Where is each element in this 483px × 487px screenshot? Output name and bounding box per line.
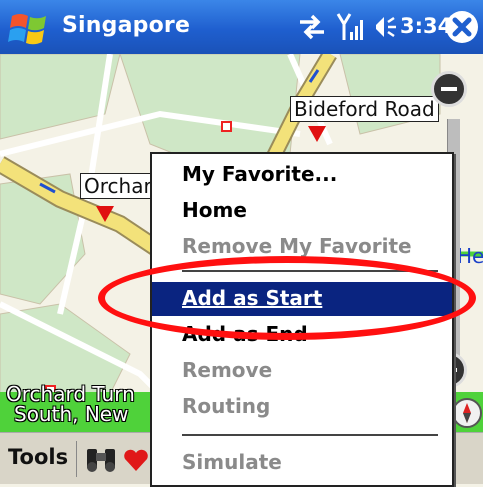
favorites-heart-icon[interactable] bbox=[122, 447, 150, 473]
map-label-bideford[interactable]: Bideford Road bbox=[290, 96, 439, 122]
menu-item-add-as-start[interactable]: Add as Start bbox=[152, 282, 452, 316]
menu-item-home[interactable]: Home bbox=[152, 194, 452, 228]
close-icon bbox=[452, 17, 472, 37]
menu-item-remove-my-favorite[interactable]: Remove My Favorite bbox=[152, 230, 452, 264]
clock: 3:34 bbox=[400, 14, 453, 38]
menu-item-label: Remove My Favorite bbox=[182, 234, 412, 258]
speaker-icon[interactable] bbox=[370, 14, 398, 40]
menu-divider bbox=[182, 434, 438, 436]
toolbar-divider bbox=[76, 441, 77, 477]
context-menu: My Favorite... Home Remove My Favorite A… bbox=[150, 152, 454, 487]
windows-start-icon[interactable] bbox=[8, 8, 52, 48]
tools-menu-button[interactable]: Tools bbox=[8, 445, 68, 469]
menu-item-label: Remove bbox=[182, 358, 273, 382]
map-label-partial: He bbox=[457, 244, 483, 268]
zoom-out-button[interactable] bbox=[431, 71, 467, 107]
menu-item-label: Routing bbox=[182, 394, 271, 418]
status-direction: South, New bbox=[14, 402, 129, 426]
close-button[interactable] bbox=[446, 11, 478, 43]
compass-icon[interactable] bbox=[452, 398, 482, 428]
connectivity-icon[interactable] bbox=[296, 14, 328, 40]
menu-item-label: Simulate bbox=[182, 450, 282, 474]
menu-item-label: Add as Start bbox=[182, 286, 323, 310]
menu-divider bbox=[182, 270, 438, 272]
signal-icon[interactable] bbox=[336, 12, 364, 42]
menu-item-routing[interactable]: Routing bbox=[152, 390, 452, 424]
menu-item-remove[interactable]: Remove bbox=[152, 354, 452, 388]
menu-item-my-favorite[interactable]: My Favorite... bbox=[152, 158, 452, 192]
menu-item-label: Home bbox=[182, 198, 247, 222]
menu-item-simulate[interactable]: Simulate bbox=[152, 446, 452, 480]
title-bar: Singapore 3:34 bbox=[0, 0, 483, 54]
menu-item-label: Add as End bbox=[182, 322, 308, 346]
binoculars-icon[interactable] bbox=[84, 445, 118, 473]
menu-item-add-as-end[interactable]: Add as End bbox=[152, 318, 452, 352]
menu-item-label: My Favorite... bbox=[182, 162, 338, 186]
window-title: Singapore bbox=[62, 13, 191, 38]
